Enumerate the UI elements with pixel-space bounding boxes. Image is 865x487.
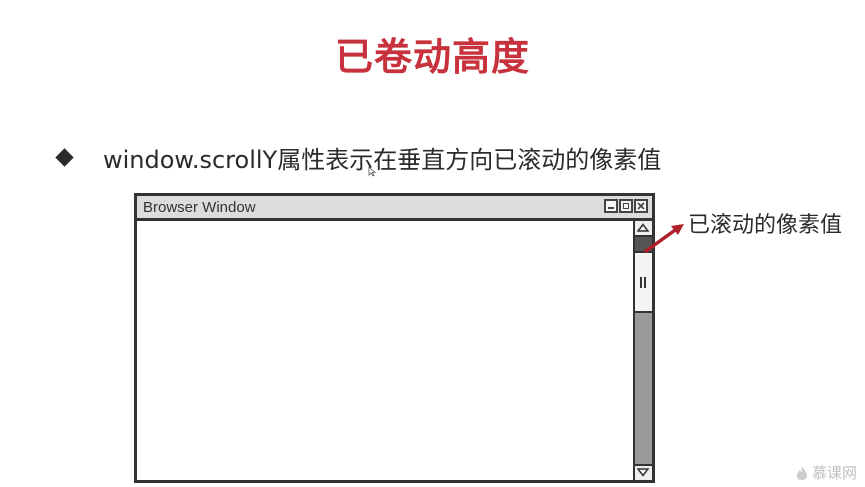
window-content-area [137,221,633,480]
maximize-icon [619,199,633,213]
scroll-down-button [635,464,652,480]
watermark: 慕课网 [795,462,857,483]
bullet-point: window.scrollY属性表示在垂直方向已滚动的像素值 [54,140,661,174]
slide-title: 已卷动高度 [334,35,530,79]
scroll-thumb [635,253,652,313]
diamond-bullet-icon [55,147,74,167]
window-controls [603,199,648,213]
annotation-label: 已滚动的像素值 [688,213,843,238]
bullet-text: window.scrollY属性表示在垂直方向已滚动的像素值 [103,145,662,174]
flame-logo-icon [796,465,807,480]
minimize-icon [604,199,618,213]
window-title: Browser Window [143,199,256,216]
browser-window-illustration: Browser Window [134,193,655,483]
window-titlebar: Browser Window [137,196,652,221]
annotation-arrow-icon [644,224,684,253]
close-icon [634,199,648,213]
watermark-text: 慕课网 [811,464,857,482]
thumb-grip-icon [640,277,646,288]
mouse-cursor-icon [368,166,376,177]
chevron-down-icon [637,468,649,477]
vertical-scrollbar [633,221,652,480]
